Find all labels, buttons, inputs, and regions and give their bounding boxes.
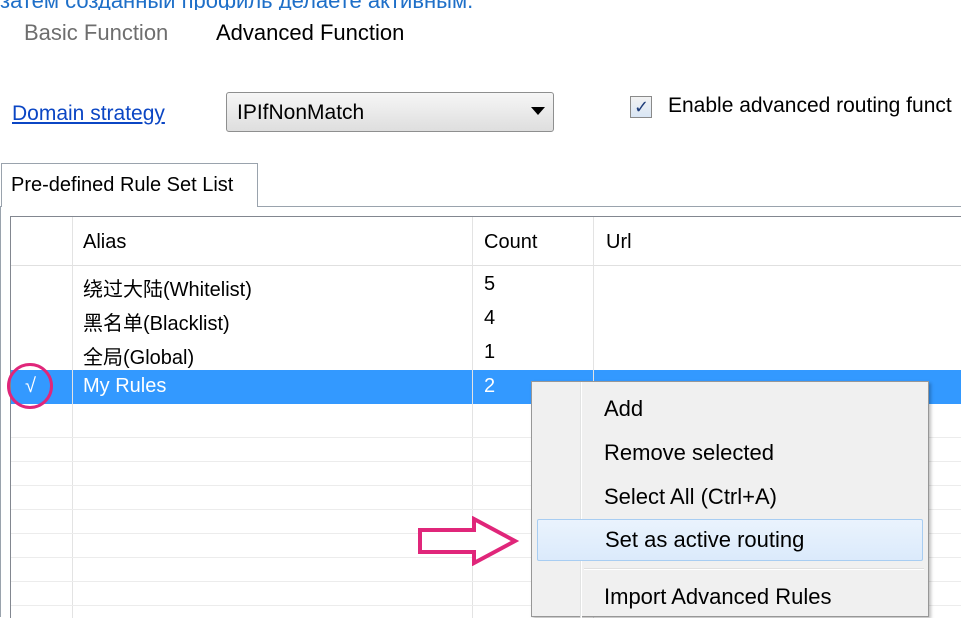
- menu-item-import-advanced-rules[interactable]: Import Advanced Rules: [532, 576, 928, 618]
- row-count: 4: [484, 307, 496, 329]
- row-alias: 全局(Global): [83, 347, 195, 369]
- menu-item-remove-selected[interactable]: Remove selected: [532, 432, 928, 474]
- column-header-alias[interactable]: Alias: [83, 231, 126, 254]
- menu-item-select-all[interactable]: Select All (Ctrl+A): [532, 476, 928, 518]
- column-separator[interactable]: [72, 217, 73, 265]
- tab-label: Pre-defined Rule Set List: [11, 174, 234, 196]
- column-separator[interactable]: [593, 217, 594, 265]
- menu-separator-highlight: [584, 569, 924, 570]
- table-row[interactable]: 全局(Global) 1: [11, 336, 961, 370]
- tab-predefined-rule-set-list[interactable]: Pre-defined Rule Set List: [1, 163, 258, 207]
- table-row[interactable]: 黑名单(Blacklist) 4: [11, 302, 961, 336]
- column-separator[interactable]: [472, 217, 473, 265]
- grid-line: [72, 265, 73, 618]
- row-alias: 黑名单(Blacklist): [83, 313, 230, 335]
- menu-item-label: Import Advanced Rules: [604, 584, 832, 609]
- menu-item-label: Remove selected: [604, 440, 774, 465]
- menu-item-add[interactable]: Add: [532, 388, 928, 430]
- menu-item-set-active-routing[interactable]: Set as active routing: [537, 519, 923, 561]
- panel-border: [0, 206, 1, 617]
- row-count: 5: [484, 273, 496, 295]
- chevron-down-icon: [531, 107, 545, 115]
- context-menu: Add Remove selected Select All (Ctrl+A) …: [531, 381, 929, 618]
- row-count: 2: [484, 375, 496, 397]
- checkmark-icon: ✓: [634, 97, 650, 117]
- domain-strategy-link[interactable]: Domain strategy: [12, 102, 165, 126]
- tab-basic-function[interactable]: Basic Function: [24, 18, 168, 48]
- domain-strategy-value: IPIfNonMatch: [237, 101, 365, 124]
- tab-divider: [258, 206, 961, 207]
- enable-routing-label: Enable advanced routing funct: [668, 94, 952, 117]
- menu-item-label: Select All (Ctrl+A): [604, 484, 777, 509]
- column-header-url[interactable]: Url: [606, 231, 632, 254]
- column-header-count[interactable]: Count: [484, 231, 537, 254]
- enable-routing-checkbox[interactable]: ✓: [630, 96, 652, 118]
- tab-advanced-function[interactable]: Advanced Function: [216, 18, 404, 48]
- table-header: Alias Count Url: [11, 217, 961, 266]
- menu-item-label: Add: [604, 396, 644, 421]
- page-caption: затем созданный профиль делаете активным…: [0, 0, 600, 10]
- menu-item-label: Set as active routing: [605, 527, 805, 552]
- row-alias: 绕过大陆(Whitelist): [83, 279, 252, 301]
- table-row[interactable]: 绕过大陆(Whitelist) 5: [11, 268, 961, 302]
- function-tabs: Basic Function Advanced Function: [0, 12, 961, 52]
- row-alias: My Rules: [83, 375, 167, 397]
- row-count: 1: [484, 341, 496, 363]
- annotation-circle: [7, 363, 53, 409]
- domain-strategy-select[interactable]: IPIfNonMatch: [226, 92, 554, 132]
- annotation-arrow-icon: [418, 516, 520, 566]
